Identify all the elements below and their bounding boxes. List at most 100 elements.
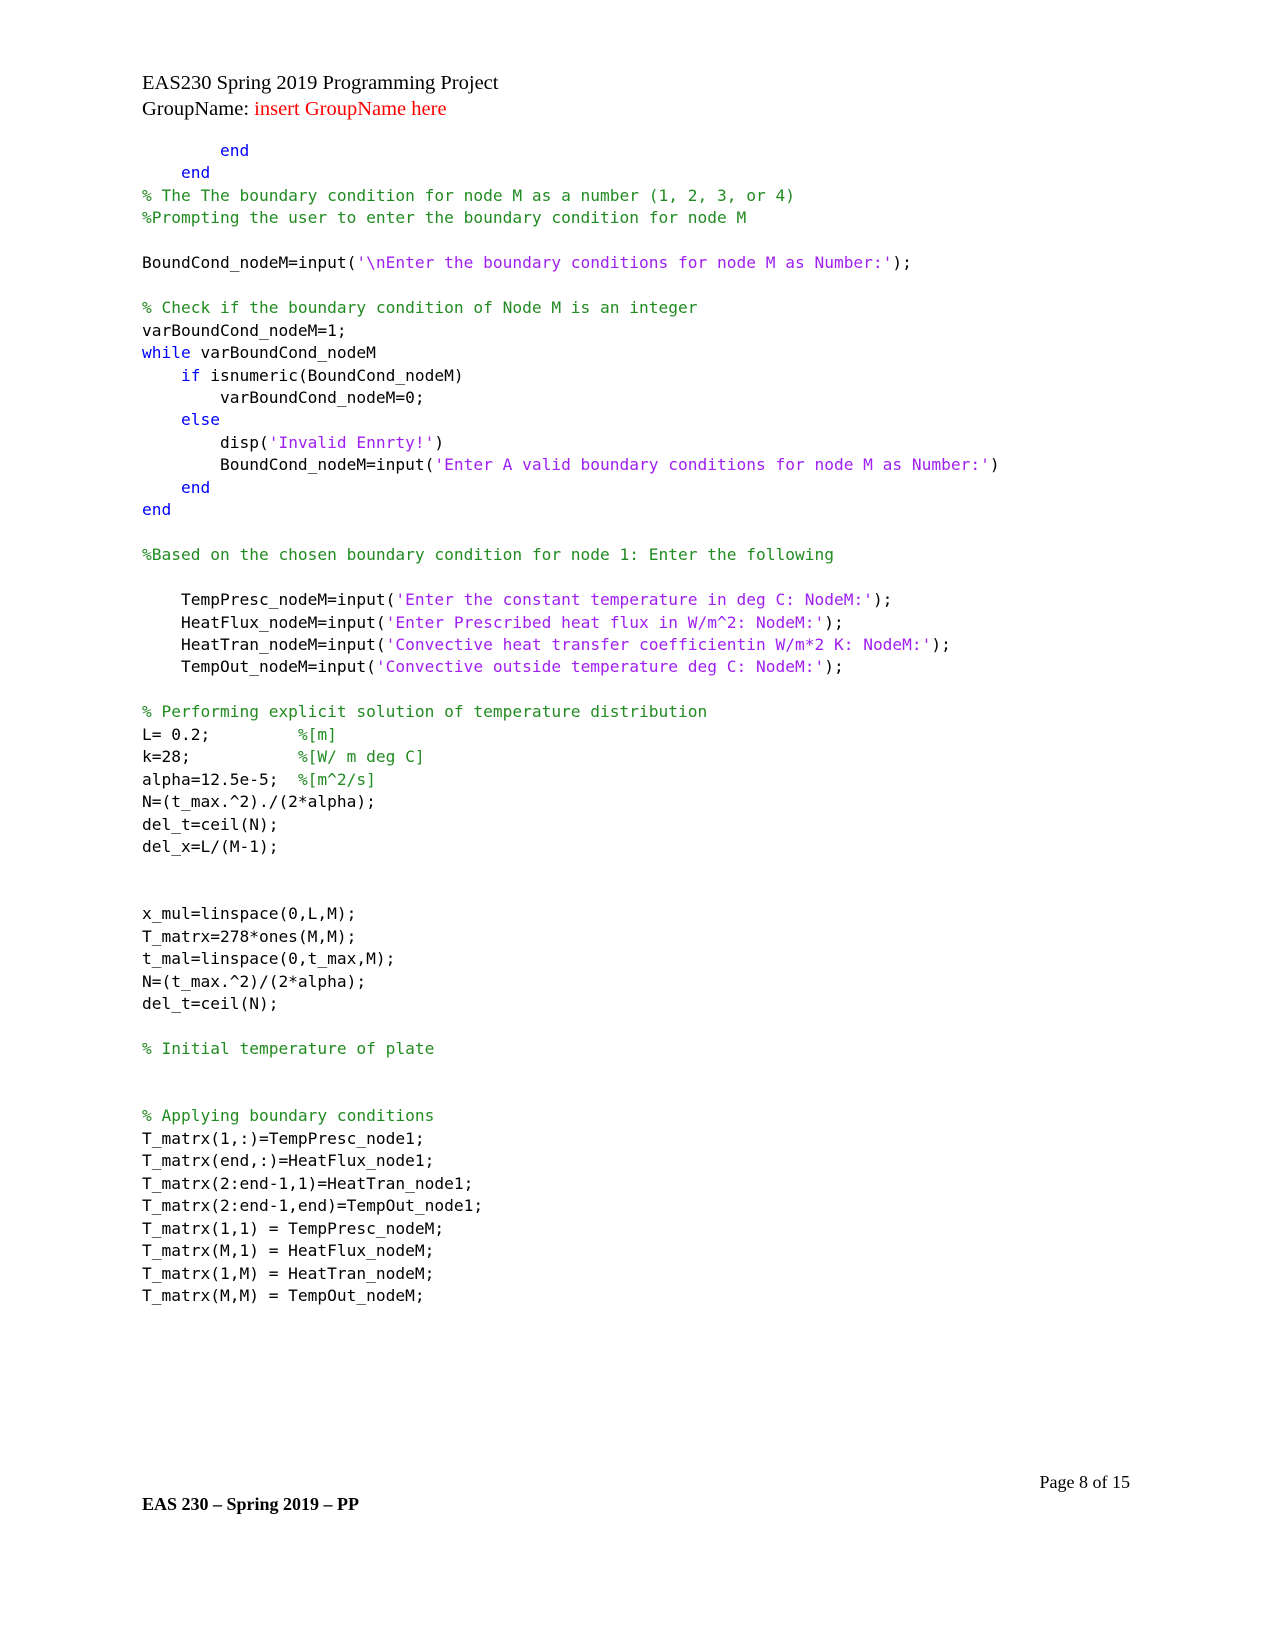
code-token-keyword: if <box>180 365 201 385</box>
code-line: end <box>142 499 1142 521</box>
code-line: L= 0.2; %[m] <box>142 724 1142 746</box>
code-line: del_t=ceil(N); <box>142 993 1142 1015</box>
code-token-comment: %Prompting the user to enter the boundar… <box>142 208 747 228</box>
code-token-plain: BoundCond_nodeM=input( <box>142 253 357 273</box>
code-token-keyword: while <box>142 343 191 363</box>
code-token-plain: T_matrx(1,M) = HeatTran_nodeM; <box>142 1263 435 1283</box>
code-line: % Check if the boundary condition of Nod… <box>142 297 1142 319</box>
code-token-plain: T_matrx(M,1) = HeatFlux_nodeM; <box>142 1241 435 1261</box>
code-line: t_mal=linspace(0,t_max,M); <box>142 948 1142 970</box>
code-line: % The The boundary condition for node M … <box>142 185 1142 207</box>
code-token-plain: HeatFlux_nodeM=input( <box>142 612 386 632</box>
code-token-string: 'Enter Prescribed heat flux in W/m^2: No… <box>385 612 825 632</box>
code-token-keyword: else <box>180 410 220 430</box>
code-token-plain: del_t=ceil(N); <box>142 814 279 834</box>
code-line: T_matrx(1,M) = HeatTran_nodeM; <box>142 1263 1142 1285</box>
code-token-plain: disp( <box>142 432 269 452</box>
code-token-plain: ); <box>892 253 912 273</box>
document-page: EAS230 Spring 2019 Programming Project G… <box>0 0 1275 1651</box>
code-line: else <box>142 409 1142 431</box>
code-line: BoundCond_nodeM=input('Enter A valid bou… <box>142 454 1142 476</box>
code-token-plain: varBoundCond_nodeM=0; <box>142 387 425 407</box>
code-token-comment: %Based on the chosen boundary condition … <box>142 545 834 565</box>
code-line: del_t=ceil(N); <box>142 814 1142 836</box>
code-token-plain: ) <box>434 432 445 452</box>
code-line: N=(t_max.^2)./(2*alpha); <box>142 791 1142 813</box>
document-header: EAS230 Spring 2019 Programming Project G… <box>142 70 498 122</box>
code-line: T_matrx(1,:)=TempPresc_node1; <box>142 1128 1142 1150</box>
code-token-plain: t_mal=linspace(0,t_max,M); <box>142 949 396 969</box>
code-line: T_matrx(M,M) = TempOut_nodeM; <box>142 1285 1142 1307</box>
code-token-plain: del_t=ceil(N); <box>142 994 279 1014</box>
code-token-comment: % Performing explicit solution of temper… <box>142 702 708 722</box>
code-line: TempPresc_nodeM=input('Enter the constan… <box>142 589 1142 611</box>
code-token-plain: ); <box>931 634 951 654</box>
code-line: %Prompting the user to enter the boundar… <box>142 207 1142 229</box>
code-token-plain: N=(t_max.^2)/(2*alpha); <box>142 971 367 991</box>
code-token-comment: %[W/ m deg C] <box>297 747 425 767</box>
code-token-string: '\nEnter the boundary conditions for nod… <box>356 253 893 273</box>
code-token-string: 'Invalid Ennrty!' <box>268 432 435 452</box>
code-line: alpha=12.5e-5; %[m^2/s] <box>142 769 1142 791</box>
code-token-plain: T_matrx(1,1) = TempPresc_nodeM; <box>142 1218 445 1238</box>
code-token-plain: x_mul=linspace(0,L,M); <box>142 904 357 924</box>
code-line: while varBoundCond_nodeM <box>142 342 1142 364</box>
code-token-string: 'Enter A valid boundary conditions for n… <box>434 455 990 475</box>
code-token-plain: BoundCond_nodeM=input( <box>142 455 435 475</box>
code-token-comment: % Applying boundary conditions <box>142 1106 435 1126</box>
code-line: T_matrx(end,:)=HeatFlux_node1; <box>142 1150 1142 1172</box>
code-token-plain: T_matrx(1,:)=TempPresc_node1; <box>142 1128 425 1148</box>
code-token-plain: varBoundCond_nodeM=1; <box>142 320 347 340</box>
code-token-plain: N=(t_max.^2)./(2*alpha); <box>142 792 376 812</box>
code-token-plain: HeatTran_nodeM=input( <box>142 634 386 654</box>
code-token-plain: isnumeric(BoundCond_nodeM) <box>200 365 464 385</box>
code-line: k=28; %[W/ m deg C] <box>142 746 1142 768</box>
code-line: varBoundCond_nodeM=0; <box>142 387 1142 409</box>
code-line: T_matrx(1,1) = TempPresc_nodeM; <box>142 1218 1142 1240</box>
code-line: x_mul=linspace(0,L,M); <box>142 903 1142 925</box>
code-line: HeatTran_nodeM=input('Convective heat tr… <box>142 634 1142 656</box>
code-token-comment: % Initial temperature of plate <box>142 1039 435 1059</box>
code-line: %Based on the chosen boundary condition … <box>142 544 1142 566</box>
code-token-plain: varBoundCond_nodeM <box>190 343 376 363</box>
code-token-string: 'Enter the constant temperature in deg C… <box>395 590 873 610</box>
code-line: disp('Invalid Ennrty!') <box>142 432 1142 454</box>
groupname-line: GroupName: insert GroupName here <box>142 96 498 122</box>
code-token-plain: TempPresc_nodeM=input( <box>142 590 396 610</box>
code-token-plain: T_matrx(end,:)=HeatFlux_node1; <box>142 1151 435 1171</box>
code-token-string: 'Convective outside temperature deg C: N… <box>375 657 825 677</box>
code-line: % Applying boundary conditions <box>142 1105 1142 1127</box>
code-token-comment: %[m] <box>297 724 337 744</box>
code-line: % Performing explicit solution of temper… <box>142 701 1142 723</box>
groupname-label: GroupName: <box>142 98 250 120</box>
code-line: if isnumeric(BoundCond_nodeM) <box>142 365 1142 387</box>
code-token-plain: T_matrx(2:end-1,1)=HeatTran_node1; <box>142 1173 474 1193</box>
code-token-comment: % Check if the boundary condition of Nod… <box>142 298 698 318</box>
code-token-keyword: end <box>180 163 211 183</box>
code-token-plain: T_matrx=278*ones(M,M); <box>142 926 357 946</box>
code-token-plain: T_matrx(2:end-1,end)=TempOut_node1; <box>142 1196 484 1216</box>
code-token-plain: ); <box>824 657 844 677</box>
code-line: N=(t_max.^2)/(2*alpha); <box>142 971 1142 993</box>
code-line: end <box>142 140 1142 162</box>
code-token-plain: TempOut_nodeM=input( <box>142 657 376 677</box>
page-title: EAS230 Spring 2019 Programming Project <box>142 72 499 94</box>
code-line: % Initial temperature of plate <box>142 1038 1142 1060</box>
code-token-plain: ); <box>872 590 893 610</box>
code-token-string: 'Convective heat transfer coefficientin … <box>385 634 932 654</box>
code-token-keyword: end <box>180 477 211 497</box>
code-line: del_x=L/(M-1); <box>142 836 1142 858</box>
code-token-plain: ); <box>824 612 844 632</box>
